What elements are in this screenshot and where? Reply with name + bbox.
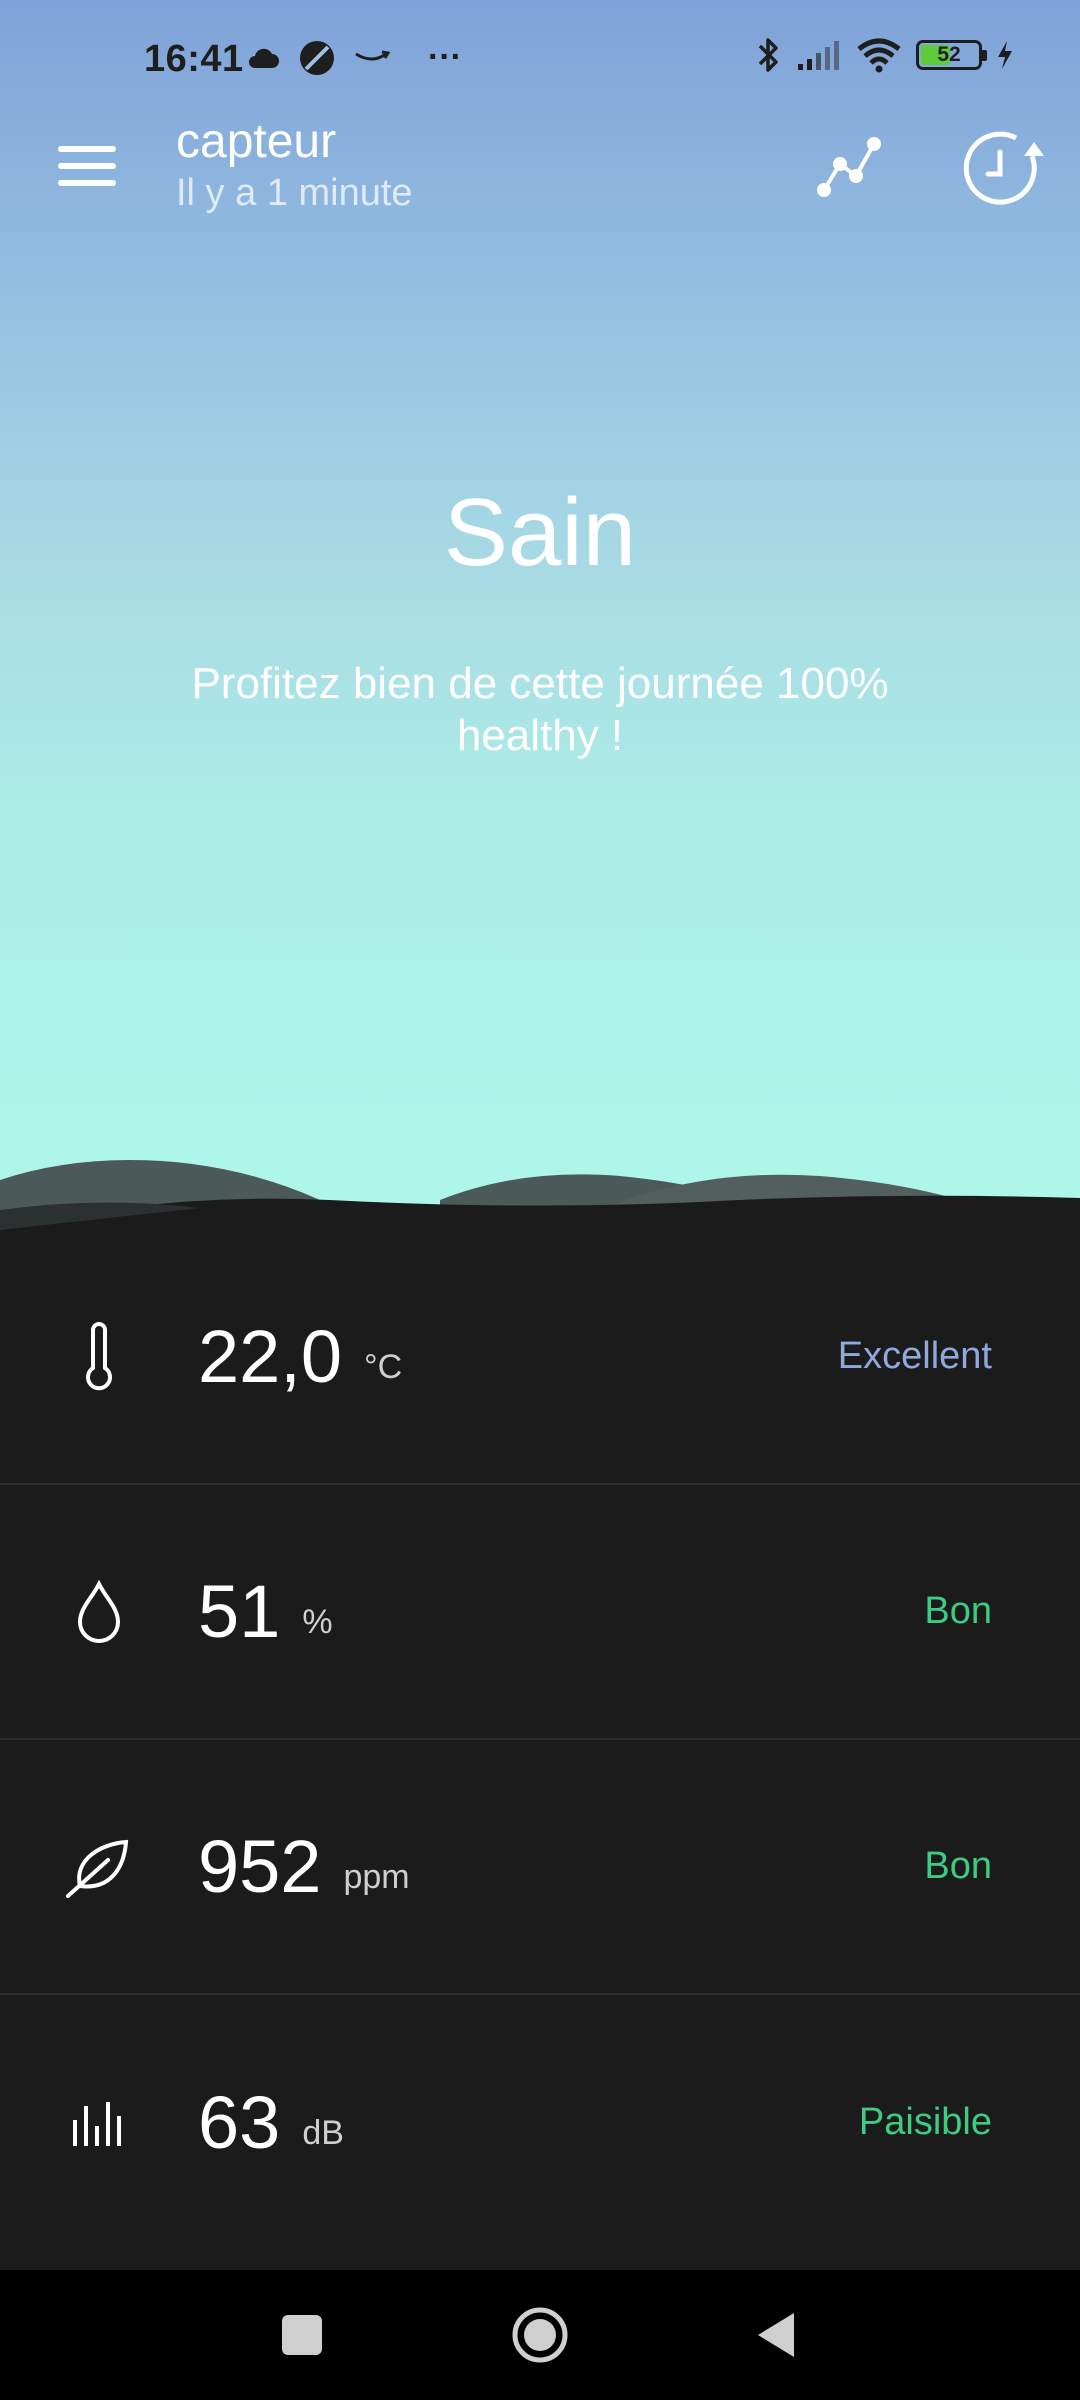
sound-icon xyxy=(60,1995,138,2250)
amazon-icon xyxy=(355,50,390,60)
co2-value: 952 ppm xyxy=(198,1740,410,1993)
noise-unit: dB xyxy=(302,2114,344,2152)
more-notifications: ··· xyxy=(428,38,462,76)
noise-number: 63 xyxy=(198,2081,281,2164)
co2-unit: ppm xyxy=(343,1858,410,1896)
menu-button[interactable] xyxy=(56,142,120,190)
humidity-number: 51 xyxy=(198,1570,281,1653)
humidity-unit: % xyxy=(302,1603,333,1641)
back-icon[interactable] xyxy=(716,2270,836,2400)
leaf-icon xyxy=(60,1740,138,1993)
temperature-value: 22,0 °C xyxy=(198,1230,402,1483)
cloud-icon xyxy=(249,48,279,68)
temperature-number: 22,0 xyxy=(198,1315,343,1398)
noise-status: Paisible xyxy=(858,2101,992,2143)
last-update-time: Il y a 1 minute xyxy=(176,172,413,214)
status-time: 16:41 xyxy=(144,38,244,80)
metric-row-noise[interactable]: 63 dB Paisible xyxy=(0,1995,1080,2250)
recents-icon[interactable] xyxy=(242,2270,362,2400)
wifi-icon xyxy=(857,38,901,73)
device-title: capteur xyxy=(176,115,337,168)
metric-row-co2[interactable]: 952 ppm Bon xyxy=(0,1740,1080,1995)
co2-status: Bon xyxy=(924,1845,992,1887)
home-icon[interactable] xyxy=(480,2270,600,2400)
app-icon xyxy=(300,40,334,75)
temperature-unit: °C xyxy=(364,1348,403,1386)
status-system-icons: 52 xyxy=(756,36,1014,74)
humidity-status: Bon xyxy=(924,1590,992,1632)
charging-icon xyxy=(998,41,1012,69)
humidity-value: 51 % xyxy=(198,1485,333,1738)
signal-icon xyxy=(798,41,839,70)
status-message: Profitez bien de cette journée 100% heal… xyxy=(191,659,889,760)
metric-row-temperature[interactable]: 22,0 °C Excellent xyxy=(0,1230,1080,1485)
droplet-icon xyxy=(60,1485,138,1738)
hills-decoration xyxy=(0,1160,1080,1240)
air-quality-status: Sain xyxy=(443,479,637,586)
thermometer-icon xyxy=(60,1230,138,1483)
metric-row-humidity[interactable]: 51 % Bon xyxy=(0,1485,1080,1740)
temperature-status: Excellent xyxy=(837,1335,992,1377)
bluetooth-icon xyxy=(758,38,778,72)
status-notification-icons: ··· xyxy=(246,38,462,77)
co2-number: 952 xyxy=(198,1825,322,1908)
status-bar: 16:41 ··· 52 xyxy=(0,0,1080,120)
battery-icon: 52 xyxy=(916,40,987,70)
chart-icon[interactable] xyxy=(812,130,888,206)
history-icon[interactable] xyxy=(962,126,1048,212)
sky-background xyxy=(0,0,1080,1230)
noise-value: 63 dB xyxy=(198,1995,344,2250)
battery-percent: 52 xyxy=(937,43,961,66)
navigation-bar xyxy=(0,2270,1080,2400)
metrics-list: 22,0 °C Excellent 51 % Bon 952 ppm Bon 6… xyxy=(0,1230,1080,2250)
